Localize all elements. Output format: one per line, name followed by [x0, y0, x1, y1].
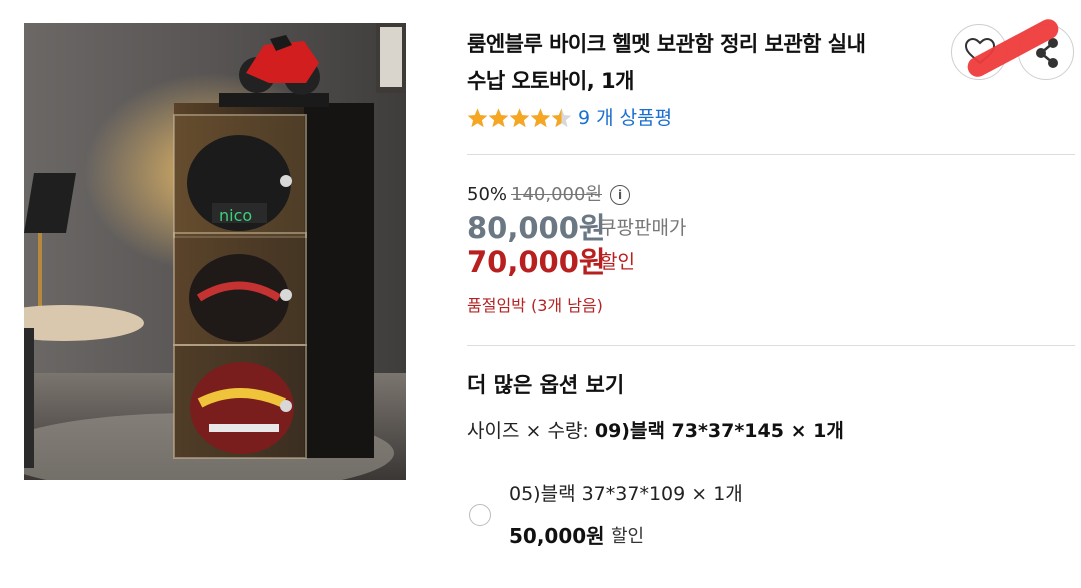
star-icon [488, 108, 509, 128]
discount-rate: 50% [467, 184, 508, 205]
divider [467, 345, 1075, 346]
sale-price-label: 할인 [600, 251, 635, 273]
star-icon [509, 108, 530, 128]
selected-option-value: 09)블랙 73*37*145 × 1개 [594, 420, 844, 442]
star-icon [551, 108, 572, 128]
selected-option: 사이즈 × 수량: 09)블랙 73*37*145 × 1개 [467, 417, 844, 445]
product-title-line1: 룸엔블루 바이크 헬멧 보관함 정리 보관함 실내 [467, 32, 866, 56]
selected-option-label: 사이즈 × 수량: [467, 420, 595, 442]
star-icon [530, 108, 551, 128]
product-image[interactable]: nico [24, 23, 406, 480]
review-count-link[interactable]: 9 개 상품평 [578, 104, 672, 132]
product-photo: nico [24, 23, 406, 480]
product-title-line2: 수납 오토바이, 1개 [467, 69, 634, 93]
option-radio[interactable] [469, 504, 491, 526]
product-title: 룸엔블루 바이크 헬멧 보관함 정리 보관함 실내 수납 오토바이, 1개 [467, 26, 937, 100]
divider [467, 154, 1075, 155]
rating-stars [467, 107, 572, 129]
option-price: 50,000원 [509, 524, 605, 548]
main-price-label: 쿠팡판매가 [599, 217, 687, 239]
original-price: 140,000원 [511, 184, 603, 205]
sale-price: 70,000원 [467, 245, 606, 279]
star-icon [467, 108, 488, 128]
svg-text:nico: nico [219, 206, 252, 225]
option-name[interactable]: 05)블랙 37*37*109 × 1개 [509, 480, 743, 508]
discount-row: 50% 140,000원 i [467, 182, 631, 208]
info-icon[interactable]: i [610, 185, 631, 205]
more-options-heading[interactable]: 더 많은 옵션 보기 [467, 369, 624, 401]
stock-status: 품절임박 (3개 남음) [467, 296, 603, 315]
option-price-label: 할인 [611, 526, 645, 547]
